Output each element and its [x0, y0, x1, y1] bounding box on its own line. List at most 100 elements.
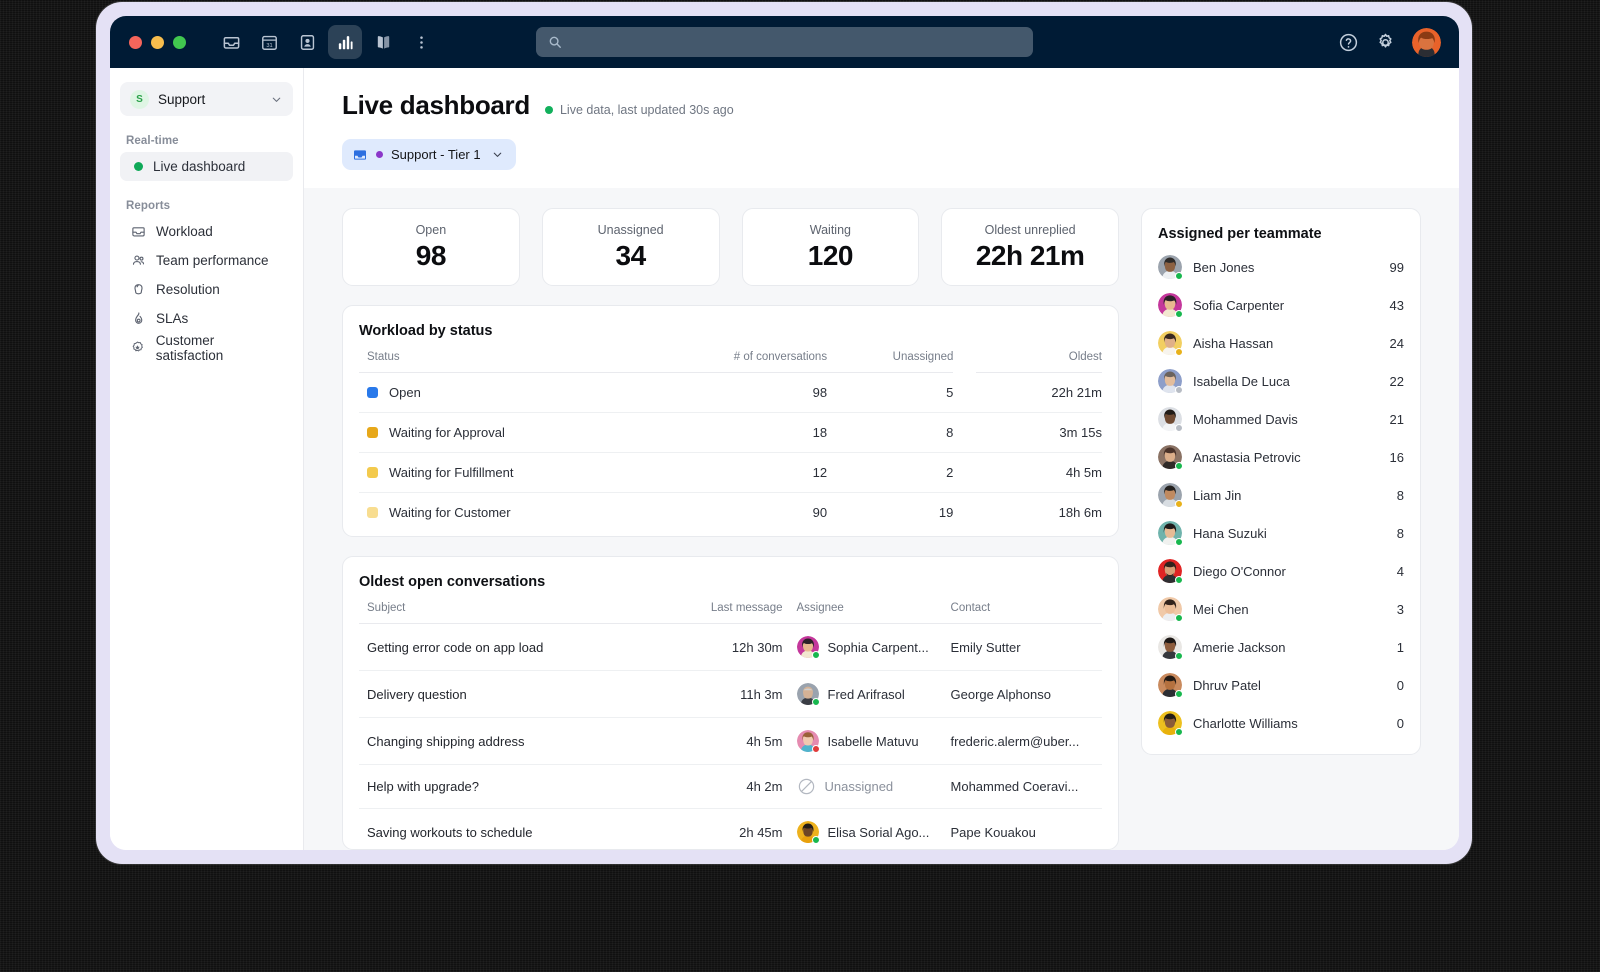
list-item[interactable]: Mohammed Davis 21 — [1158, 400, 1404, 438]
contacts-icon[interactable] — [290, 25, 324, 59]
minimize-window-button[interactable] — [151, 35, 164, 49]
teammate-count: 16 — [1389, 449, 1404, 465]
table-row[interactable]: Help with upgrade? 4h 2m Unassigned Moha… — [359, 764, 1102, 809]
avatar — [1158, 293, 1183, 318]
spacer — [953, 372, 976, 413]
assignee-name: Unassigned — [824, 779, 894, 794]
search-input[interactable] — [570, 34, 1021, 50]
list-item[interactable]: Hana Suzuki 8 — [1158, 514, 1404, 552]
column-header-contact[interactable]: Contact — [938, 602, 1102, 624]
list-item[interactable]: Isabella De Luca 22 — [1158, 362, 1404, 400]
teammate-name: Aisha Hassan — [1193, 335, 1274, 351]
analytics-icon[interactable] — [328, 25, 362, 59]
avatar — [796, 730, 820, 753]
global-search[interactable] — [536, 27, 1033, 57]
maximize-window-button[interactable] — [173, 35, 186, 49]
people-icon — [130, 253, 146, 268]
conversation-subject: Saving workouts to schedule — [359, 808, 672, 849]
card-title: Assigned per teammate — [1158, 226, 1322, 242]
oldest-value: 22h 21m — [975, 372, 1102, 413]
teammate-count: 24 — [1389, 335, 1404, 351]
inbox-filter-chip[interactable]: Support - Tier 1 — [342, 139, 516, 170]
table-row[interactable]: Changing shipping address 4h 5m Isabelle… — [359, 717, 1102, 765]
sidebar-item-slas[interactable]: SLAs — [120, 304, 293, 333]
team-switcher[interactable]: S Support — [120, 82, 293, 116]
contact-cell: George Alphonso — [938, 670, 1102, 718]
status-dot — [1175, 386, 1183, 394]
list-item[interactable]: Mei Chen 3 — [1158, 590, 1404, 628]
oldest-open-conversations-card: Oldest open conversations Subject Last m… — [342, 556, 1119, 850]
stat-card-unassigned[interactable]: Unassigned 34 — [541, 208, 720, 286]
dashboard-body: Open 98 Unassigned 34 Waiting 120 Oldest… — [304, 188, 1459, 850]
page-title: Live dashboard — [342, 90, 530, 120]
column-header-oldest[interactable]: Oldest — [975, 351, 1102, 373]
help-icon[interactable] — [1338, 32, 1359, 53]
assignee-cell: Fred Arifrasol — [782, 670, 939, 718]
list-item[interactable]: Diego O'Connor 4 — [1158, 552, 1404, 590]
contact-cell: Pape Kouakou — [938, 808, 1102, 849]
table-row[interactable]: Waiting for Customer 90 19 18h 6m — [359, 493, 1102, 533]
calendar-icon[interactable]: 31 — [252, 25, 286, 59]
status-cell: Open — [359, 372, 679, 413]
column-header-status[interactable]: Status — [359, 351, 679, 373]
sidebar-item-live-dashboard[interactable]: Live dashboard — [120, 152, 293, 181]
list-item[interactable]: Liam Jin 8 — [1158, 476, 1404, 514]
table-row[interactable]: Waiting for Fulfillment 12 2 4h 5m — [359, 452, 1102, 493]
chevron-down-icon — [270, 93, 283, 106]
stat-card-oldest-unreplied[interactable]: Oldest unreplied 22h 21m — [941, 208, 1119, 286]
assignee-cell: Unassigned — [782, 764, 939, 809]
teammate-name: Liam Jin — [1193, 487, 1242, 503]
sidebar-item-customer-satisfaction[interactable]: Customer satisfaction — [120, 333, 293, 363]
table-row[interactable]: Saving workouts to schedule 2h 45m Elisa… — [359, 808, 1102, 849]
stat-card-waiting[interactable]: Waiting 120 — [741, 208, 920, 286]
star-badge-icon — [130, 340, 146, 355]
table-row[interactable]: Delivery question 11h 3m Fred Arifrasol … — [359, 670, 1102, 718]
close-window-button[interactable] — [129, 35, 142, 49]
column-header-last-message[interactable]: Last message — [671, 602, 783, 624]
column-header-subject[interactable]: Subject — [359, 602, 672, 624]
list-item[interactable]: Amerie Jackson 1 — [1158, 628, 1404, 666]
table-row[interactable]: Waiting for Approval 18 8 3m 15s — [359, 412, 1102, 453]
section-label-reports: Reports — [126, 200, 171, 212]
unassigned-icon — [797, 777, 816, 796]
inbox-icon[interactable] — [214, 25, 248, 59]
stat-label: Open — [415, 222, 447, 237]
sidebar-item-workload[interactable]: Workload — [120, 217, 293, 246]
last-message-time: 12h 30m — [671, 623, 783, 671]
teammate-name: Charlotte Williams — [1193, 715, 1298, 731]
list-item[interactable]: Sofia Carpenter 43 — [1158, 286, 1404, 324]
chevron-down-icon — [491, 148, 504, 161]
card-title: Oldest open conversations — [359, 574, 546, 590]
more-icon[interactable] — [404, 25, 438, 59]
teammate-count: 22 — [1389, 373, 1404, 389]
conversations-count: 12 — [678, 452, 828, 493]
conversation-subject: Delivery question — [359, 670, 672, 718]
conversations-count: 90 — [812, 505, 828, 520]
sidebar-item-team-performance[interactable]: Team performance — [120, 246, 293, 275]
spacer — [953, 452, 976, 493]
contact-cell: frederic.alerm@uber... — [938, 717, 1102, 765]
avatar[interactable] — [1412, 27, 1441, 57]
knowledge-base-icon[interactable] — [366, 25, 400, 59]
column-header-assignee[interactable]: Assignee — [782, 602, 939, 624]
column-header-conversations[interactable]: # of conversations — [678, 351, 828, 373]
gear-icon[interactable] — [1375, 32, 1396, 53]
unassigned-count: 8 — [827, 412, 954, 453]
contact-name: frederic.alerm@uber... — [950, 733, 1080, 749]
status-dot — [1175, 310, 1183, 318]
sla-icon — [130, 311, 146, 326]
main-content: Live dashboard Live data, last updated 3… — [304, 68, 1459, 850]
list-item[interactable]: Aisha Hassan 24 — [1158, 324, 1404, 362]
teammate-count: 99 — [1389, 259, 1404, 275]
list-item[interactable]: Anastasia Petrovic 16 — [1158, 438, 1404, 476]
table-row[interactable]: Getting error code on app load 12h 30m S… — [359, 623, 1102, 671]
list-item[interactable]: Dhruv Patel 0 — [1158, 666, 1404, 704]
list-item[interactable]: Charlotte Williams 0 — [1158, 704, 1404, 742]
column-header-unassigned[interactable]: Unassigned — [827, 351, 954, 373]
sidebar-item-resolution[interactable]: Resolution — [120, 275, 293, 304]
table-row[interactable]: Open 98 5 22h 21m — [359, 372, 1102, 413]
list-item[interactable]: Ben Jones 99 — [1158, 248, 1404, 286]
section-label-realtime: Real-time — [126, 135, 179, 147]
status-cell: Waiting for Approval — [359, 412, 679, 453]
stat-card-open[interactable]: Open 98 — [342, 208, 520, 286]
